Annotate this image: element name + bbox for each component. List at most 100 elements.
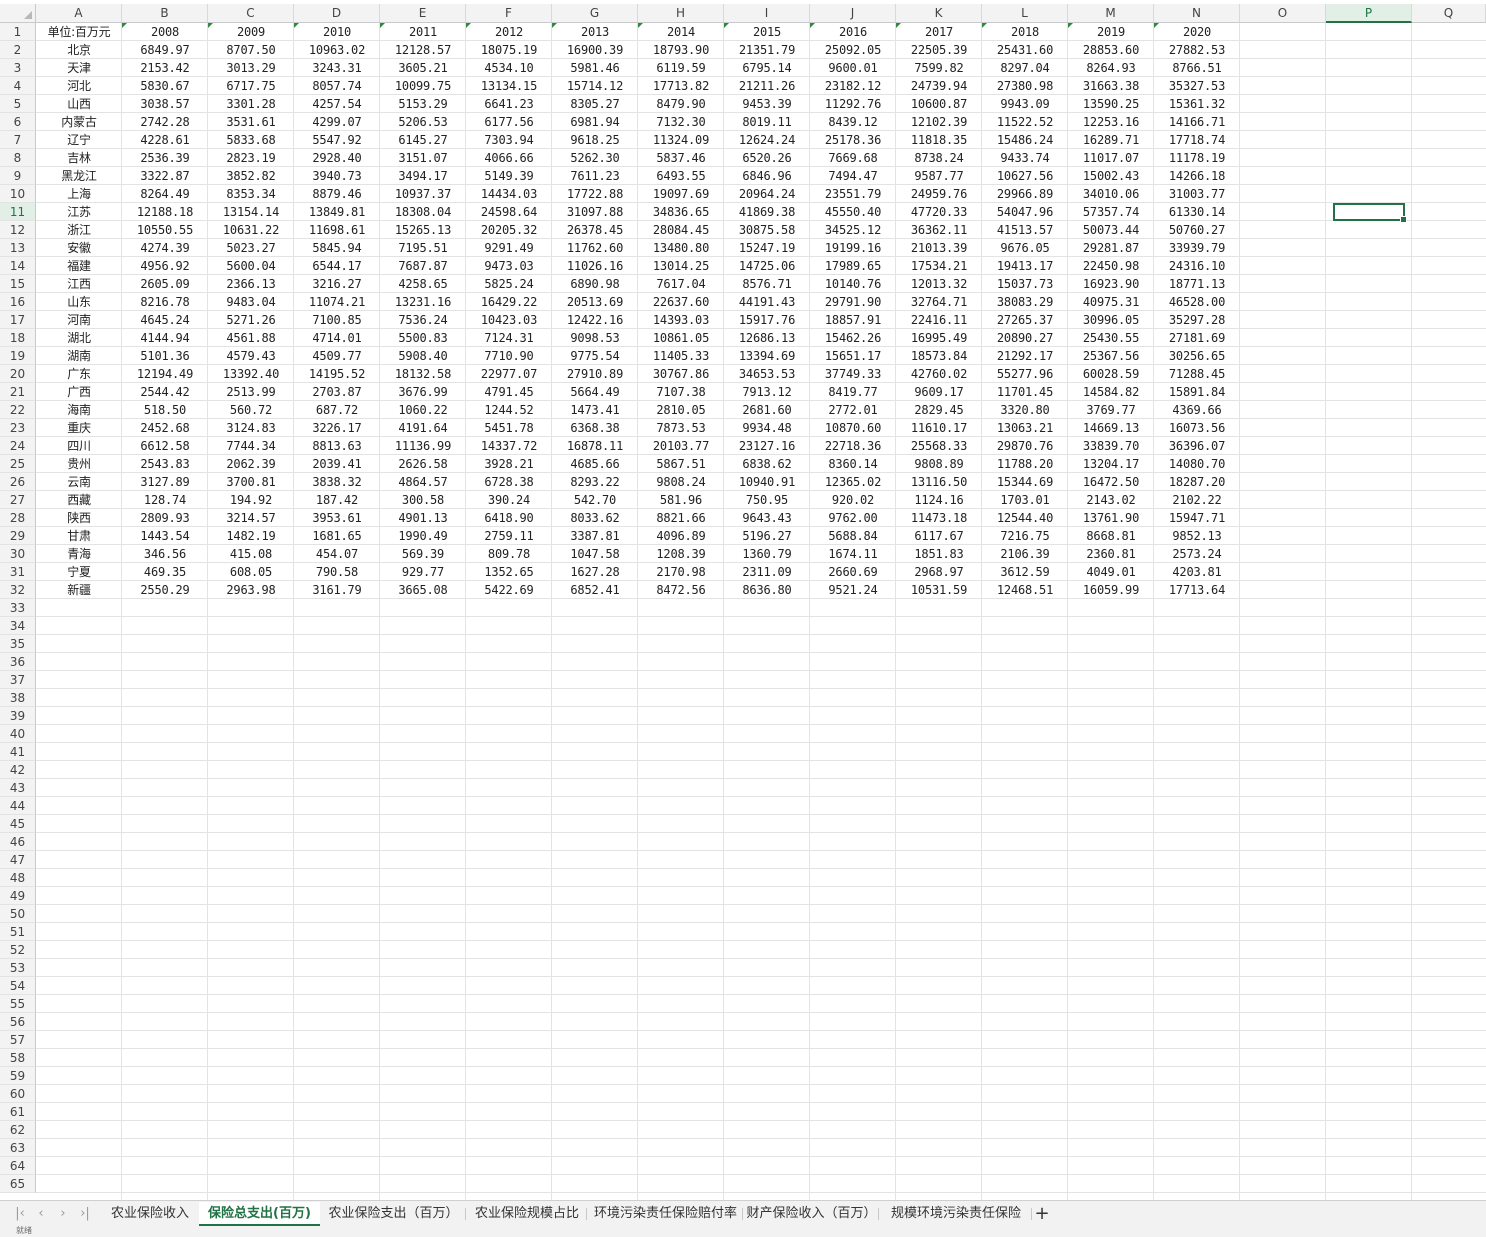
value-cell[interactable]: 26378.45 (552, 221, 638, 239)
value-cell[interactable]: 8707.50 (208, 41, 294, 59)
value-cell[interactable]: 5664.49 (552, 383, 638, 401)
value-cell[interactable]: 194.92 (208, 491, 294, 509)
value-cell[interactable]: 2170.98 (638, 563, 724, 581)
value-cell[interactable]: 14725.06 (724, 257, 810, 275)
value-cell[interactable]: 1627.28 (552, 563, 638, 581)
province-cell[interactable]: 宁夏 (36, 563, 122, 581)
value-cell[interactable]: 3243.31 (294, 59, 380, 77)
header-cell[interactable]: 2018 (982, 23, 1068, 41)
value-cell[interactable]: 6717.75 (208, 77, 294, 95)
header-cell[interactable]: 2009 (208, 23, 294, 41)
value-cell[interactable]: 21013.39 (896, 239, 982, 257)
value-cell[interactable]: 560.72 (208, 401, 294, 419)
value-cell[interactable]: 13761.90 (1068, 509, 1154, 527)
value-cell[interactable]: 20205.32 (466, 221, 552, 239)
value-cell[interactable]: 920.02 (810, 491, 896, 509)
value-cell[interactable]: 34653.53 (724, 365, 810, 383)
column-header-B[interactable]: B (122, 4, 208, 23)
value-cell[interactable]: 3665.08 (380, 581, 466, 599)
value-cell[interactable]: 13204.17 (1068, 455, 1154, 473)
value-cell[interactable]: 29791.90 (810, 293, 896, 311)
value-cell[interactable]: 2366.13 (208, 275, 294, 293)
value-cell[interactable]: 5451.78 (466, 419, 552, 437)
value-cell[interactable]: 12194.49 (122, 365, 208, 383)
value-cell[interactable]: 9852.13 (1154, 527, 1240, 545)
value-cell[interactable]: 8305.27 (552, 95, 638, 113)
value-cell[interactable]: 9291.49 (466, 239, 552, 257)
value-cell[interactable]: 16900.39 (552, 41, 638, 59)
value-cell[interactable]: 25092.05 (810, 41, 896, 59)
value-cell[interactable]: 9521.24 (810, 581, 896, 599)
row-header[interactable]: 24 (0, 437, 36, 455)
header-cell[interactable]: 2011 (380, 23, 466, 41)
value-cell[interactable]: 8576.71 (724, 275, 810, 293)
value-cell[interactable]: 1473.41 (552, 401, 638, 419)
value-cell[interactable]: 4203.81 (1154, 563, 1240, 581)
value-cell[interactable]: 4645.24 (122, 311, 208, 329)
province-cell[interactable]: 江苏 (36, 203, 122, 221)
value-cell[interactable]: 13392.40 (208, 365, 294, 383)
column-header-M[interactable]: M (1068, 4, 1154, 23)
value-cell[interactable]: 4274.39 (122, 239, 208, 257)
value-cell[interactable]: 10423.03 (466, 311, 552, 329)
value-cell[interactable]: 2810.05 (638, 401, 724, 419)
value-cell[interactable]: 1060.22 (380, 401, 466, 419)
value-cell[interactable]: 5547.92 (294, 131, 380, 149)
value-cell[interactable]: 36362.11 (896, 221, 982, 239)
value-cell[interactable]: 15891.84 (1154, 383, 1240, 401)
row-header[interactable]: 1 (0, 23, 36, 41)
row-header[interactable]: 38 (0, 689, 36, 707)
value-cell[interactable]: 6612.58 (122, 437, 208, 455)
value-cell[interactable]: 4257.54 (294, 95, 380, 113)
value-cell[interactable]: 19413.17 (982, 257, 1068, 275)
value-cell[interactable]: 9775.54 (552, 347, 638, 365)
row-header[interactable]: 21 (0, 383, 36, 401)
value-cell[interactable]: 11292.76 (810, 95, 896, 113)
value-cell[interactable]: 454.07 (294, 545, 380, 563)
value-cell[interactable]: 2626.58 (380, 455, 466, 473)
value-cell[interactable]: 14584.82 (1068, 383, 1154, 401)
value-cell[interactable]: 22637.60 (638, 293, 724, 311)
value-cell[interactable]: 61330.14 (1154, 203, 1240, 221)
value-cell[interactable]: 4579.43 (208, 347, 294, 365)
value-cell[interactable]: 6119.59 (638, 59, 724, 77)
value-cell[interactable]: 10631.22 (208, 221, 294, 239)
value-cell[interactable]: 4791.45 (466, 383, 552, 401)
value-cell[interactable]: 9483.04 (208, 293, 294, 311)
value-cell[interactable]: 7195.51 (380, 239, 466, 257)
value-cell[interactable]: 1352.65 (466, 563, 552, 581)
row-header[interactable]: 52 (0, 941, 36, 959)
value-cell[interactable]: 12624.24 (724, 131, 810, 149)
value-cell[interactable]: 2772.01 (810, 401, 896, 419)
value-cell[interactable]: 16995.49 (896, 329, 982, 347)
value-cell[interactable]: 5023.27 (208, 239, 294, 257)
value-cell[interactable]: 1244.52 (466, 401, 552, 419)
active-cell-selection[interactable] (1333, 203, 1407, 223)
value-cell[interactable]: 3214.57 (208, 509, 294, 527)
province-cell[interactable]: 四川 (36, 437, 122, 455)
row-header[interactable]: 56 (0, 1013, 36, 1031)
column-header-N[interactable]: N (1154, 4, 1240, 23)
value-cell[interactable]: 9453.39 (724, 95, 810, 113)
province-cell[interactable]: 辽宁 (36, 131, 122, 149)
value-cell[interactable]: 2963.98 (208, 581, 294, 599)
value-cell[interactable]: 3700.81 (208, 473, 294, 491)
value-cell[interactable]: 687.72 (294, 401, 380, 419)
value-cell[interactable]: 10600.87 (896, 95, 982, 113)
value-cell[interactable]: 6981.94 (552, 113, 638, 131)
header-cell[interactable]: 2014 (638, 23, 724, 41)
column-header-K[interactable]: K (896, 4, 982, 23)
value-cell[interactable]: 21351.79 (724, 41, 810, 59)
value-cell[interactable]: 9473.03 (466, 257, 552, 275)
value-cell[interactable]: 5422.69 (466, 581, 552, 599)
value-cell[interactable]: 13590.25 (1068, 95, 1154, 113)
value-cell[interactable]: 5908.40 (380, 347, 466, 365)
row-header[interactable]: 9 (0, 167, 36, 185)
value-cell[interactable]: 17722.88 (552, 185, 638, 203)
province-cell[interactable]: 广西 (36, 383, 122, 401)
value-cell[interactable]: 4049.01 (1068, 563, 1154, 581)
value-cell[interactable]: 7100.85 (294, 311, 380, 329)
value-cell[interactable]: 2660.69 (810, 563, 896, 581)
value-cell[interactable]: 8479.90 (638, 95, 724, 113)
value-cell[interactable]: 1124.16 (896, 491, 982, 509)
